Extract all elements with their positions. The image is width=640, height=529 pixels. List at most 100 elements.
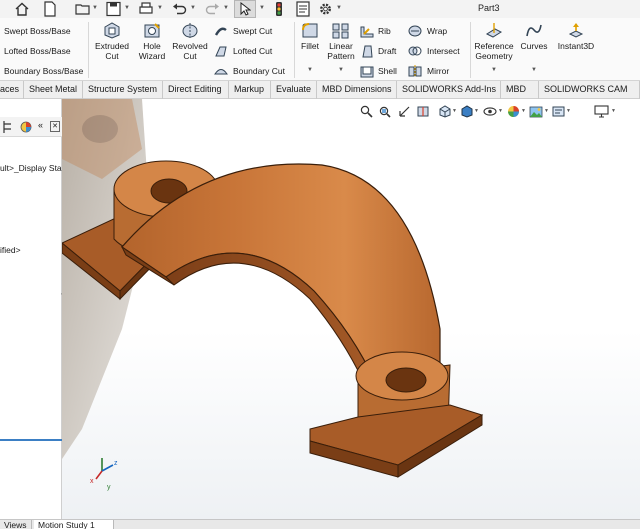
tree-item-material[interactable]: ified> <box>0 245 21 255</box>
print-dropdown-caret[interactable]: ▼ <box>157 5 163 11</box>
view-orientation-caret[interactable]: ▼ <box>452 108 457 114</box>
draft-button[interactable]: Draft <box>360 44 404 58</box>
redo-dropdown-caret[interactable]: ▼ <box>223 5 229 11</box>
save-dropdown-caret[interactable]: ▼ <box>124 5 130 11</box>
edit-appearance-icon[interactable] <box>507 105 520 118</box>
apply-scene-caret[interactable]: ▼ <box>544 108 549 114</box>
linear-pattern-dropdown-caret[interactable]: ▼ <box>338 67 344 73</box>
quick-access-toolbar: ▼ ▼ ▼ ▼ ▼ ▼ ▼ Part3 <box>0 0 640 18</box>
display-style-caret[interactable]: ▼ <box>474 108 479 114</box>
intersect-button[interactable]: Intersect <box>408 44 468 58</box>
open-folder-icon[interactable] <box>75 1 91 17</box>
tab-mbd-dimensions[interactable]: MBD Dimensions <box>317 81 397 99</box>
reference-geometry-button[interactable]: Reference Geometry ▼ <box>472 21 516 77</box>
curves-dropdown-caret[interactable]: ▼ <box>531 67 537 73</box>
draft-label: Draft <box>378 46 397 56</box>
tab-markup[interactable]: Markup <box>229 81 271 99</box>
wrap-icon <box>408 25 422 37</box>
previous-view-icon[interactable] <box>398 105 411 118</box>
view-settings-caret[interactable]: ▼ <box>566 108 571 114</box>
instant3d-button[interactable]: Instant3D <box>554 21 598 61</box>
view-settings-icon[interactable] <box>552 105 565 118</box>
view-orientation-icon[interactable] <box>438 105 451 118</box>
panel-close-icon[interactable]: ✕ <box>50 121 60 132</box>
file-properties-icon[interactable] <box>296 1 310 17</box>
revolved-cut-label-line1: Revolved <box>172 41 208 51</box>
boundary-boss-base-button[interactable]: Boundary Boss/Base <box>4 66 83 76</box>
intersect-label: Intersect <box>427 46 460 56</box>
tab-structure-system[interactable]: Structure System <box>83 81 163 99</box>
rib-icon <box>360 26 374 38</box>
triad-z-axis <box>101 464 114 472</box>
shell-button[interactable]: Shell <box>360 64 404 78</box>
tab-sheet-metal[interactable]: Sheet Metal <box>24 81 83 99</box>
linear-pattern-button[interactable]: Linear Pattern ▼ <box>324 21 358 77</box>
mirror-icon <box>408 65 422 77</box>
document-title: Part3 <box>478 3 500 13</box>
ribbon-separator <box>470 22 471 78</box>
save-icon[interactable] <box>106 1 121 17</box>
home-icon[interactable] <box>14 1 30 17</box>
curves-icon <box>526 24 542 37</box>
tab-solidworks-cam[interactable]: SOLIDWORKS CAM <box>539 81 640 99</box>
tab-evaluate[interactable]: Evaluate <box>271 81 317 99</box>
redo-icon[interactable] <box>205 1 220 17</box>
rebuild-traffic-light-icon[interactable] <box>273 1 285 17</box>
hide-show-caret[interactable]: ▼ <box>498 108 503 114</box>
hole-wizard-label-line1: Hole <box>143 41 161 51</box>
edit-appearance-caret[interactable]: ▼ <box>521 108 526 114</box>
linear-pattern-label-line2: Pattern <box>327 51 355 61</box>
feature-tree-icon[interactable] <box>2 120 13 134</box>
new-document-icon[interactable] <box>43 1 57 17</box>
section-view-icon[interactable] <box>417 105 430 118</box>
triad-z-label: z <box>114 460 118 467</box>
display-manager-icon[interactable] <box>20 121 32 133</box>
options-dropdown-caret[interactable]: ▼ <box>336 5 342 11</box>
select-button[interactable] <box>234 0 256 18</box>
undo-dropdown-caret[interactable]: ▼ <box>190 5 196 11</box>
rib-button[interactable]: Rib <box>360 24 404 38</box>
shell-label: Shell <box>378 66 397 76</box>
lofted-boss-base-button[interactable]: Lofted Boss/Base <box>4 46 71 56</box>
wrap-label: Wrap <box>427 26 448 36</box>
options-gear-icon[interactable] <box>318 1 333 17</box>
display-pane-icon[interactable] <box>594 105 609 118</box>
tab-direct-editing[interactable]: Direct Editing <box>163 81 229 99</box>
mirror-button[interactable]: Mirror <box>408 64 468 78</box>
reference-geometry-dropdown-caret[interactable]: ▼ <box>491 67 497 73</box>
lofted-cut-button[interactable]: Lofted Cut <box>212 44 294 58</box>
tab-solidworks-add-ins[interactable]: SOLIDWORKS Add-Ins <box>397 81 501 99</box>
tab-model-views[interactable]: Views <box>0 520 32 529</box>
open-dropdown-caret[interactable]: ▼ <box>92 5 98 11</box>
wrap-button[interactable]: Wrap <box>408 24 468 38</box>
boundary-cut-button[interactable]: Boundary Cut <box>212 64 294 78</box>
tab-mbd[interactable]: MBD <box>501 81 539 99</box>
curves-button[interactable]: Curves ▼ <box>518 21 550 77</box>
zoom-to-fit-icon[interactable] <box>360 105 373 118</box>
undo-icon[interactable] <box>172 1 187 17</box>
swept-cut-label: Swept Cut <box>233 26 273 36</box>
part-model[interactable]: z x y <box>62 99 640 519</box>
linear-pattern-label-line1: Linear <box>329 41 353 51</box>
swept-cut-button[interactable]: Swept Cut <box>212 24 294 38</box>
display-style-icon[interactable] <box>460 105 473 118</box>
revolved-cut-button[interactable]: Revolved Cut <box>170 21 210 77</box>
extruded-cut-button[interactable]: Extruded Cut <box>92 21 132 77</box>
fillet-dropdown-caret[interactable]: ▼ <box>307 67 313 73</box>
tree-item-display-state[interactable]: ult>_Display Sta <box>0 163 62 173</box>
apply-scene-icon[interactable] <box>529 105 543 118</box>
hole-wizard-button[interactable]: Hole Wizard <box>134 21 170 77</box>
lofted-cut-icon <box>215 46 227 57</box>
rib-label: Rib <box>378 26 391 36</box>
fillet-button[interactable]: Fillet ▼ <box>297 21 323 77</box>
select-dropdown-caret[interactable]: ▼ <box>259 5 265 11</box>
panel-collapse-icon[interactable]: « <box>38 120 43 130</box>
tab-features-partial[interactable]: aces <box>0 81 24 99</box>
hide-show-items-icon[interactable] <box>483 105 497 118</box>
print-icon[interactable] <box>138 1 154 17</box>
swept-boss-base-button[interactable]: Swept Boss/Base <box>4 26 71 36</box>
zoom-area-icon[interactable] <box>378 105 391 118</box>
tab-motion-study-1[interactable]: Motion Study 1 <box>34 520 114 529</box>
display-pane-caret[interactable]: ▼ <box>611 108 616 114</box>
graphics-viewport[interactable]: z x y <box>62 99 640 519</box>
